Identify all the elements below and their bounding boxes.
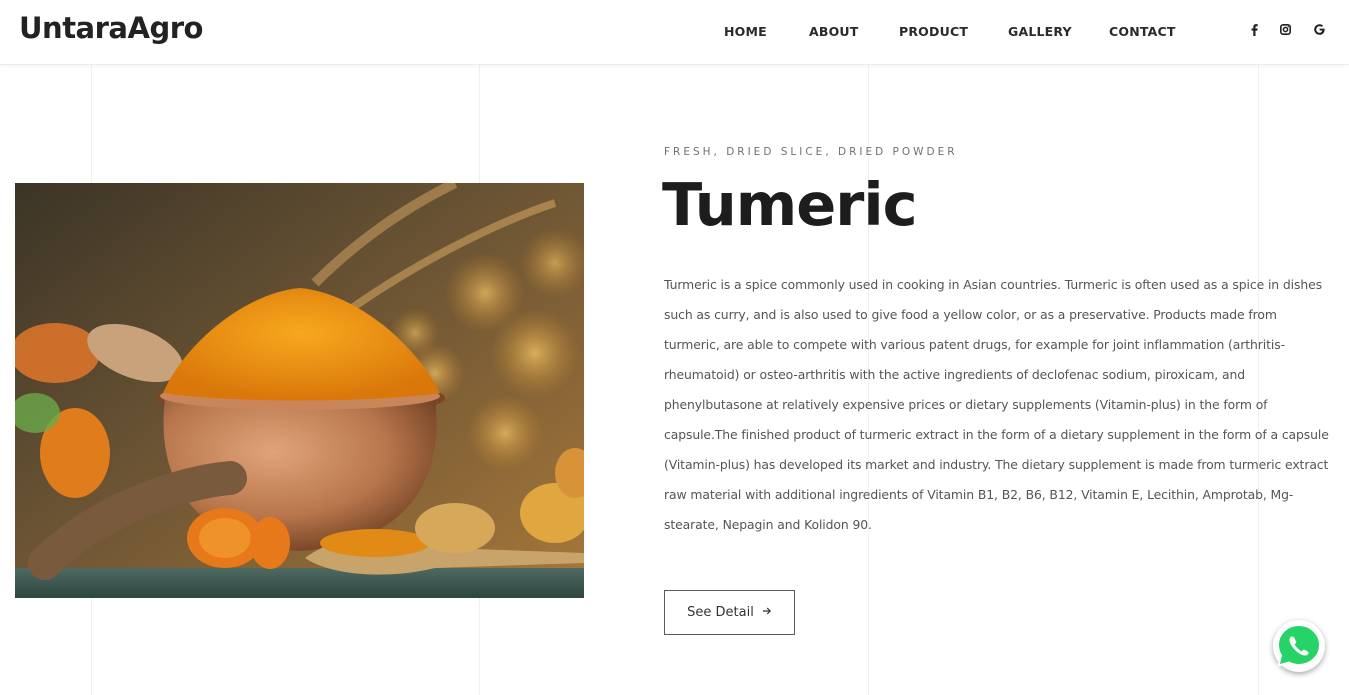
nav-gallery[interactable]: GALLERY xyxy=(1008,24,1072,39)
product-description: Turmeric is a spice commonly used in coo… xyxy=(664,277,1329,532)
see-detail-label: See Detail xyxy=(687,605,754,620)
whatsapp-icon xyxy=(1273,623,1325,676)
instagram-icon[interactable] xyxy=(1278,21,1292,41)
product-subtitle: FRESH, DRIED SLICE, DRIED POWDER xyxy=(664,146,958,158)
main-nav: HOME ABOUT PRODUCT GALLERY CONTACT xyxy=(0,0,1349,65)
google-icon[interactable] xyxy=(1312,21,1326,41)
whatsapp-button[interactable] xyxy=(1273,620,1325,672)
site-header: UntaraAgro HOME ABOUT PRODUCT GALLERY CO… xyxy=(0,0,1349,65)
nav-product[interactable]: PRODUCT xyxy=(899,24,968,39)
turmeric-image xyxy=(15,183,584,598)
arrow-right-icon xyxy=(762,605,772,620)
facebook-icon[interactable] xyxy=(1247,21,1261,41)
product-title: Tumeric xyxy=(662,170,918,239)
nav-contact[interactable]: CONTACT xyxy=(1109,24,1176,39)
nav-home[interactable]: HOME xyxy=(724,24,767,39)
nav-about[interactable]: ABOUT xyxy=(809,24,859,39)
see-detail-button[interactable]: See Detail xyxy=(664,590,795,635)
